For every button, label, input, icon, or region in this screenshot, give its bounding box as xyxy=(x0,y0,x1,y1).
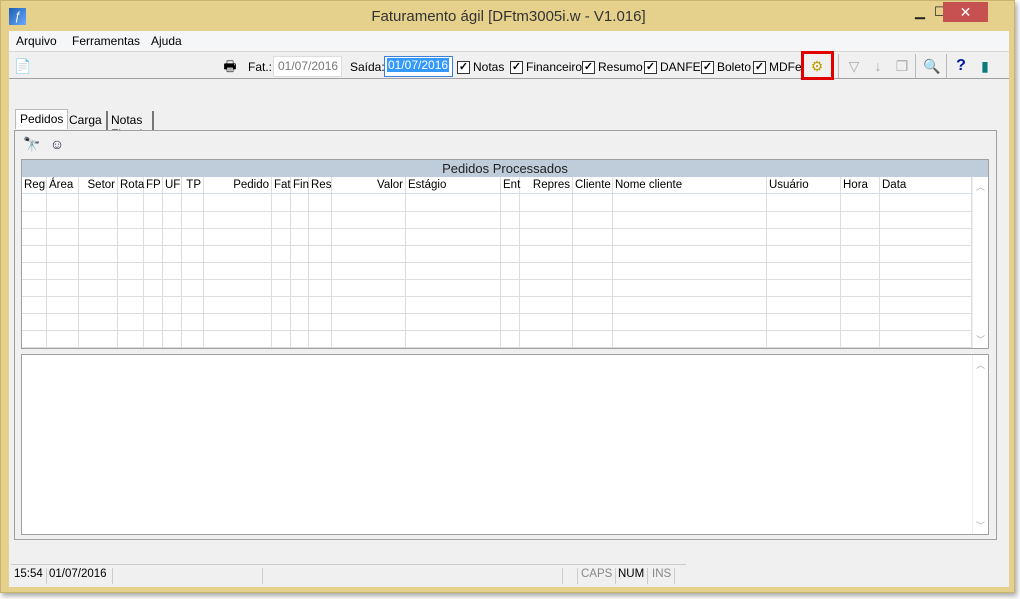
copy-icon[interactable]: ❐ xyxy=(893,57,911,75)
filter-icon[interactable]: ▽ xyxy=(845,57,863,75)
column-label: Fin xyxy=(293,179,309,191)
checkbox-label: Boleto xyxy=(717,60,752,74)
binoculars-search-icon[interactable]: 🔭 xyxy=(23,135,41,153)
user-icon[interactable]: ☺ xyxy=(48,135,66,153)
document-settings-icon[interactable]: 📄 xyxy=(14,57,32,75)
grid-scrollbar[interactable]: ︿ ﹀ xyxy=(972,177,988,348)
menu-arquivo[interactable]: Arquivo xyxy=(16,34,57,48)
tab-pedidos[interactable]: Pedidos xyxy=(15,109,69,129)
column-label: Nome cliente xyxy=(615,179,683,191)
app-window: Faturamento ágil [DFtm3005i.w - V1.016] … xyxy=(0,0,1015,593)
grid-row-line xyxy=(22,313,972,314)
check-icon: ✓ xyxy=(510,60,523,74)
pedidos-grid: Pedidos Processados Reg Área Setor Rota FP UF… xyxy=(21,159,989,349)
tab-carga[interactable]: Carga xyxy=(65,111,108,131)
fat-date-input[interactable]: 01/07/2016 xyxy=(273,56,342,77)
status-num: NUM xyxy=(615,568,649,584)
grid-row-line xyxy=(22,330,972,331)
saida-label: Saída: xyxy=(350,60,385,74)
column-label: UF xyxy=(165,179,181,191)
toolbar: 📄 🖶 Fat.: 01/07/2016 Saída: 01/07/2016 ✓… xyxy=(9,51,1009,80)
column-label: FP xyxy=(146,179,161,191)
column-label: Setor xyxy=(87,179,116,191)
menu-ferramentas[interactable]: Ferramentas xyxy=(72,34,140,48)
memo-scrollbar[interactable]: ︿ ﹀ xyxy=(972,355,988,534)
status-time: 15:54 xyxy=(11,568,47,584)
column-label: Valor xyxy=(377,179,403,191)
checkbox-label: MDFe xyxy=(769,60,802,74)
column-label: Repres xyxy=(532,179,570,191)
grid-row-line xyxy=(22,279,972,280)
check-icon: ✓ xyxy=(644,60,657,74)
status-bar: 15:54 01/07/2016 CAPS NUM INS xyxy=(11,564,686,584)
grid-row-line xyxy=(22,211,972,212)
app-logo-icon: ƒ xyxy=(9,8,26,25)
window-title: Faturamento ágil [DFtm3005i.w - V1.016] xyxy=(371,8,646,25)
checkbox-boleto[interactable]: ✓ Boleto xyxy=(701,60,751,74)
close-button[interactable]: ✕ xyxy=(943,2,988,22)
menu-ajuda[interactable]: Ajuda xyxy=(151,34,182,48)
column-label: Data xyxy=(882,179,907,191)
client-area: Arquivo Ferramentas Ajuda 📄 🖶 Fat.: 01/0… xyxy=(9,31,1009,587)
column-label: Usuário xyxy=(769,179,809,191)
checkbox-financeiro[interactable]: ✓ Financeiro xyxy=(510,60,582,74)
check-icon: ✓ xyxy=(701,60,714,74)
status-date: 01/07/2016 xyxy=(46,568,113,584)
checkbox-label: DANFE xyxy=(660,60,701,74)
grid-row-line xyxy=(22,228,972,229)
checkbox-label: Financeiro xyxy=(526,60,583,74)
grid-title: Pedidos Processados xyxy=(22,160,988,177)
status-ins: INS xyxy=(649,568,676,584)
status-caps: CAPS xyxy=(577,568,617,584)
pedidos-panel: 🔭 ☺ Pedidos Processados Reg Área Setor Rota… xyxy=(14,130,997,540)
grid-row-line xyxy=(22,296,972,297)
preview-icon[interactable]: 🔍 xyxy=(923,57,941,75)
checkbox-mdfe[interactable]: ✓ MDFe xyxy=(753,60,802,74)
menu-bar: Arquivo Ferramentas Ajuda xyxy=(9,31,1009,51)
checkbox-resumo[interactable]: ✓ Resumo xyxy=(582,60,643,74)
fat-label: Fat.: xyxy=(248,60,273,74)
column-label: Ent xyxy=(503,179,521,191)
help-icon[interactable]: ? xyxy=(952,57,970,75)
column-label: Res xyxy=(311,179,332,191)
log-textarea[interactable]: ︿ ﹀ xyxy=(21,354,989,535)
exit-door-icon[interactable]: ▮ xyxy=(976,57,994,75)
status-cell xyxy=(113,568,263,584)
check-icon: ✓ xyxy=(457,60,470,74)
checkbox-notas[interactable]: ✓ Notas xyxy=(457,60,504,74)
saida-date-input[interactable]: 01/07/2016 xyxy=(387,58,450,72)
column-label: Estágio xyxy=(408,179,447,191)
column-label: Fat xyxy=(274,179,291,191)
checkbox-danfe[interactable]: ✓ DANFE xyxy=(644,60,701,74)
check-icon: ✓ xyxy=(753,60,766,74)
grid-row-line xyxy=(22,347,972,348)
column-label: Rota xyxy=(120,179,145,191)
printer-icon[interactable]: 🖶 xyxy=(221,57,239,75)
check-icon: ✓ xyxy=(582,60,595,74)
grid-row-line xyxy=(22,262,972,263)
column-label: Cliente xyxy=(575,179,611,191)
column-label: Reg xyxy=(24,179,46,191)
grid-row-line xyxy=(22,245,972,246)
column-label: TP xyxy=(186,179,201,191)
status-cell xyxy=(263,568,563,584)
checkbox-label: Notas xyxy=(473,60,505,74)
column-label: Pedido xyxy=(233,179,269,191)
column-label: Área xyxy=(49,179,74,191)
column-label: Hora xyxy=(843,179,868,191)
checkbox-label: Resumo xyxy=(598,60,643,74)
process-settings-icon[interactable]: ⚙ xyxy=(808,57,826,75)
tab-notas-fiscais[interactable]: Notas Fiscais xyxy=(107,111,155,141)
sort-az-icon[interactable]: ↓ xyxy=(869,57,887,75)
